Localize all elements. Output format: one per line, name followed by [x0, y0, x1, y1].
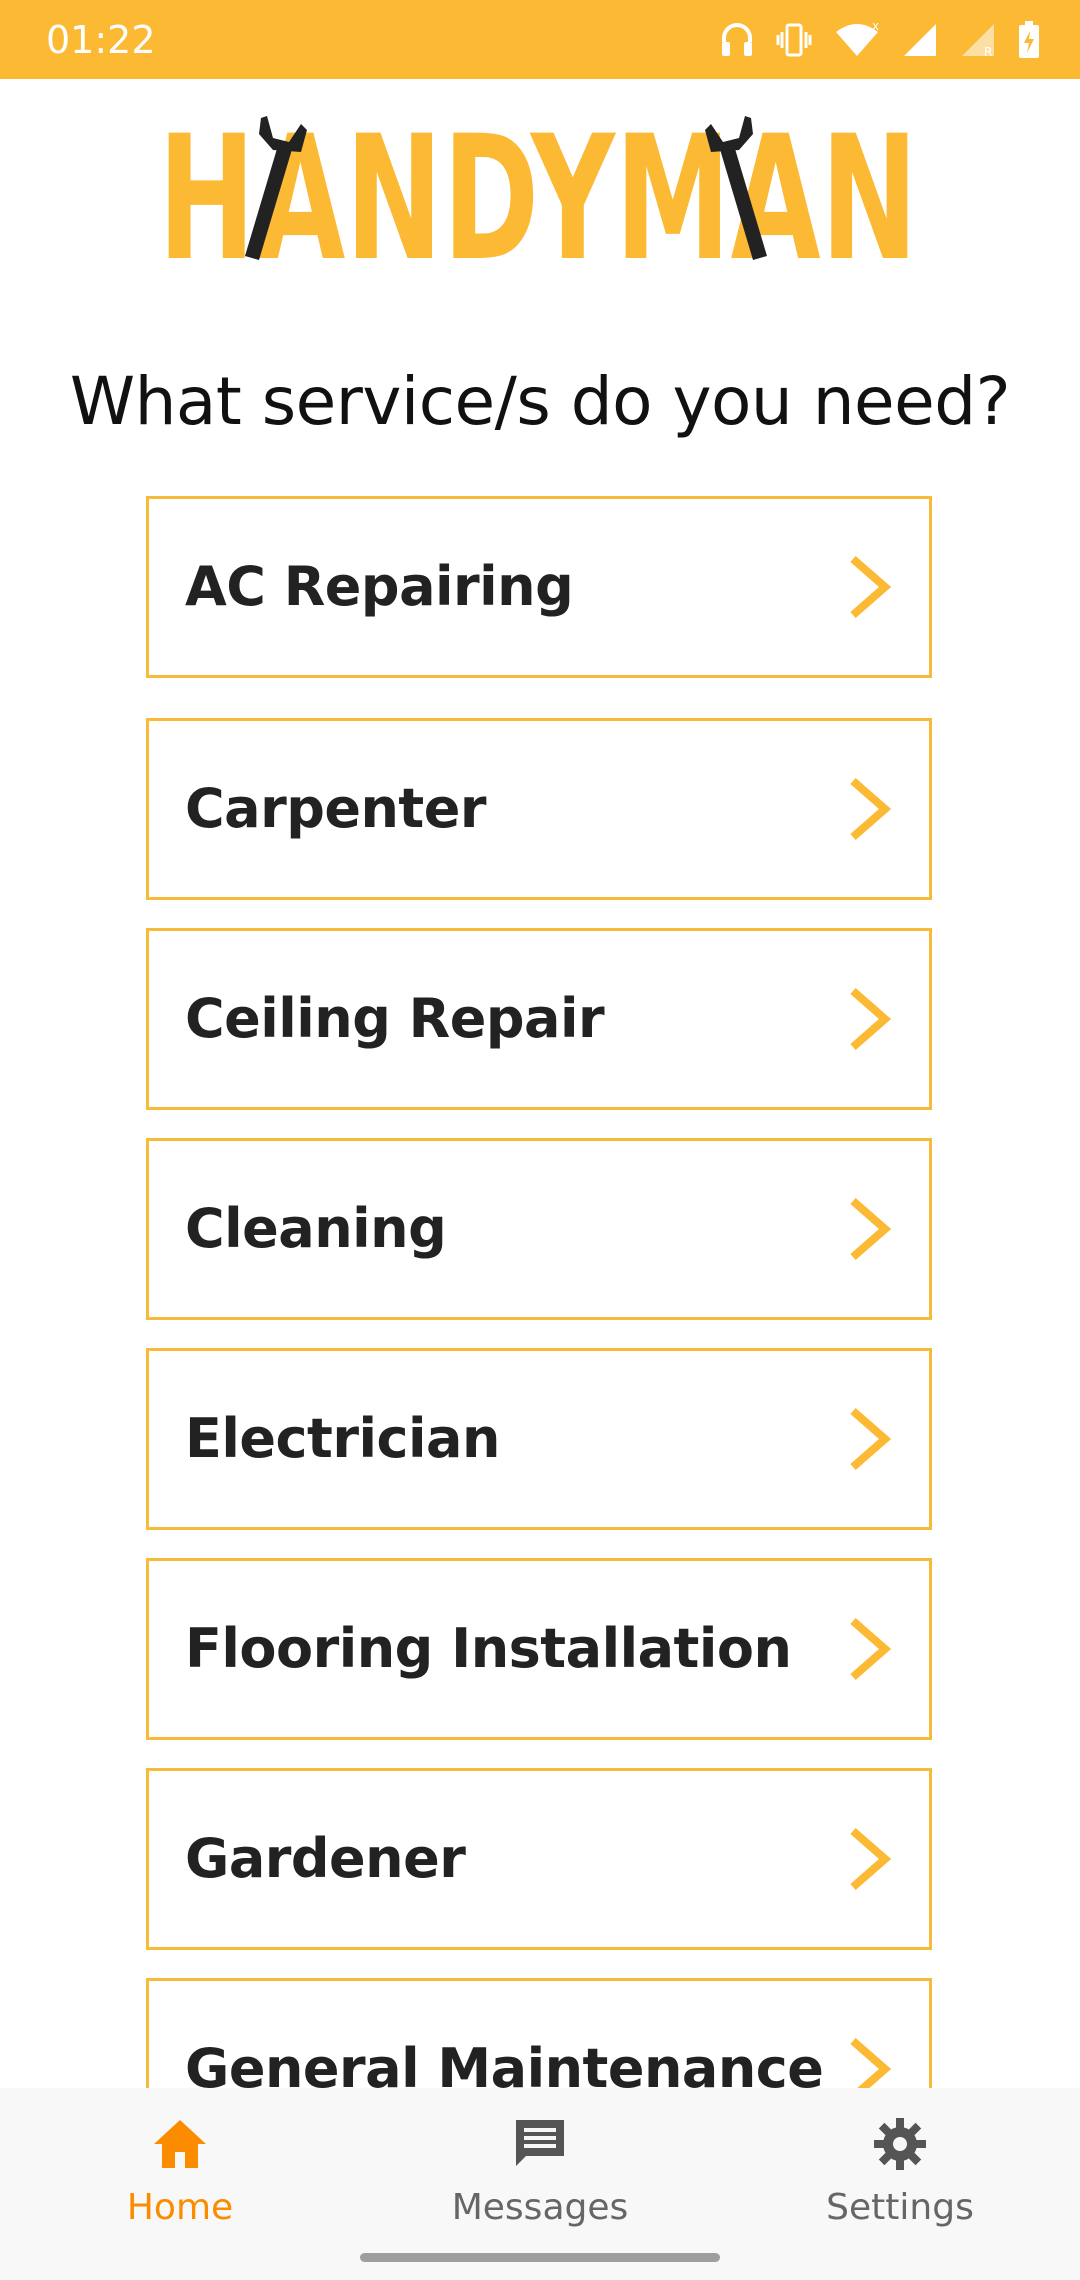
service-label: Ceiling Repair: [185, 987, 605, 1050]
service-label: Electrician: [185, 1407, 500, 1470]
nav-item-home[interactable]: Home: [60, 2088, 300, 2280]
wifi-icon: x: [836, 22, 879, 56]
status-time: 01:22: [46, 18, 156, 62]
chevron-right-icon: [850, 1827, 891, 1891]
bottom-navigation: Home Messages Settings: [0, 2088, 1080, 2280]
gesture-home-bar[interactable]: [360, 2253, 720, 2262]
vibrate-icon: [776, 23, 812, 57]
service-label: Flooring Installation: [185, 1617, 792, 1680]
gear-icon: [874, 2118, 926, 2170]
service-item-carpenter[interactable]: Carpenter: [146, 718, 932, 900]
nav-item-settings[interactable]: Settings: [780, 2088, 1020, 2280]
service-item-cleaning[interactable]: Cleaning: [146, 1138, 932, 1320]
service-label: Gardener: [185, 1827, 466, 1890]
service-item-gardener[interactable]: Gardener: [146, 1768, 932, 1950]
chevron-right-icon: [850, 987, 891, 1051]
service-item-flooring-installation[interactable]: Flooring Installation: [146, 1558, 932, 1740]
service-item-ac-repairing[interactable]: AC Repairing: [146, 496, 932, 678]
battery-charging-icon: [1019, 21, 1039, 58]
nav-label: Settings: [826, 2187, 974, 2228]
chevron-right-icon: [850, 1197, 891, 1261]
service-label: AC Repairing: [185, 555, 574, 618]
service-item-ceiling-repair[interactable]: Ceiling Repair: [146, 928, 932, 1110]
signal-roaming-icon: R: [962, 24, 994, 58]
service-item-electrician[interactable]: Electrician: [146, 1348, 932, 1530]
nav-label: Messages: [451, 2187, 629, 2228]
status-icons: x R: [720, 18, 1040, 62]
chevron-right-icon: [850, 1407, 891, 1471]
service-label: Cleaning: [185, 1197, 447, 1260]
status-bar: 01:22 x R: [0, 0, 1080, 79]
signal-icon: [904, 24, 936, 56]
message-icon: [516, 2120, 564, 2166]
handyman-logo: HANDYMAN: [158, 110, 918, 270]
svg-text:R: R: [984, 45, 992, 58]
nav-label: Home: [126, 2187, 234, 2228]
service-label: Carpenter: [185, 777, 487, 840]
chevron-right-icon: [850, 1617, 891, 1681]
home-icon: [154, 2120, 206, 2168]
chevron-right-icon: [850, 555, 891, 619]
page-title: What service/s do you need?: [69, 363, 1011, 440]
chevron-right-icon: [850, 777, 891, 841]
headset-icon: [722, 23, 752, 56]
nav-item-messages[interactable]: Messages: [420, 2088, 660, 2280]
svg-text:x: x: [872, 22, 879, 33]
